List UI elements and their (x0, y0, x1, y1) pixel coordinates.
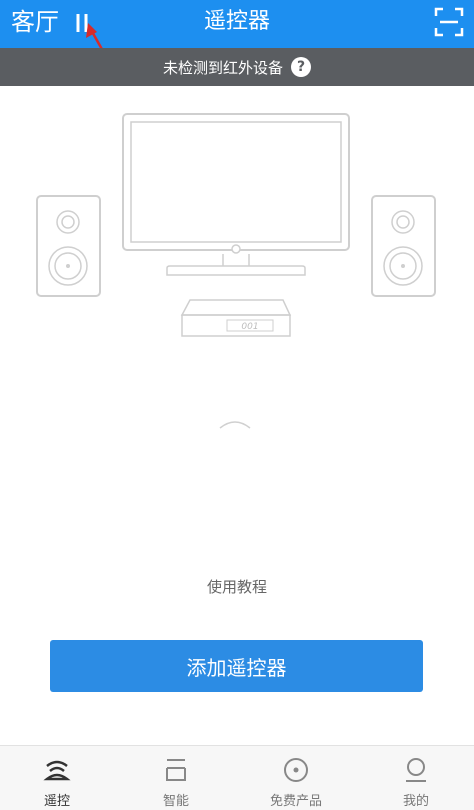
loading-spinner (219, 421, 251, 429)
help-icon[interactable]: ? (291, 57, 311, 77)
tutorial-link[interactable]: 使用教程 (0, 576, 474, 597)
bottom-tab-bar: 遥控 智能 免费产品 我的 (0, 745, 474, 810)
ir-warning-banner: 未检测到红外设备 ? (0, 48, 474, 86)
profile-icon (406, 758, 426, 782)
page-title: 遥控器 (203, 9, 270, 34)
ir-warning-text: 未检测到红外设备 (162, 58, 283, 77)
tab-label: 遥控 (43, 794, 70, 809)
tab-label: 我的 (402, 794, 429, 809)
tab-label: 免费产品 (269, 794, 322, 809)
tab-label: 智能 (162, 794, 189, 809)
tab-smart[interactable]: 智能 (126, 746, 226, 810)
header-bar: 客厅 遥控器 (0, 0, 474, 48)
tab-remote[interactable]: 遥控 (7, 746, 107, 810)
smart-icon (166, 759, 186, 781)
home-theater-illustration: 001 (36, 113, 436, 337)
device-label: 001 (241, 322, 258, 332)
free-product-icon (284, 758, 308, 782)
remote-icon (43, 760, 71, 781)
add-remote-button[interactable]: 添加遥控器 (50, 640, 423, 692)
tab-profile[interactable]: 我的 (366, 746, 466, 810)
tab-free-products[interactable]: 免费产品 (246, 746, 346, 810)
scan-icon[interactable] (434, 7, 464, 37)
